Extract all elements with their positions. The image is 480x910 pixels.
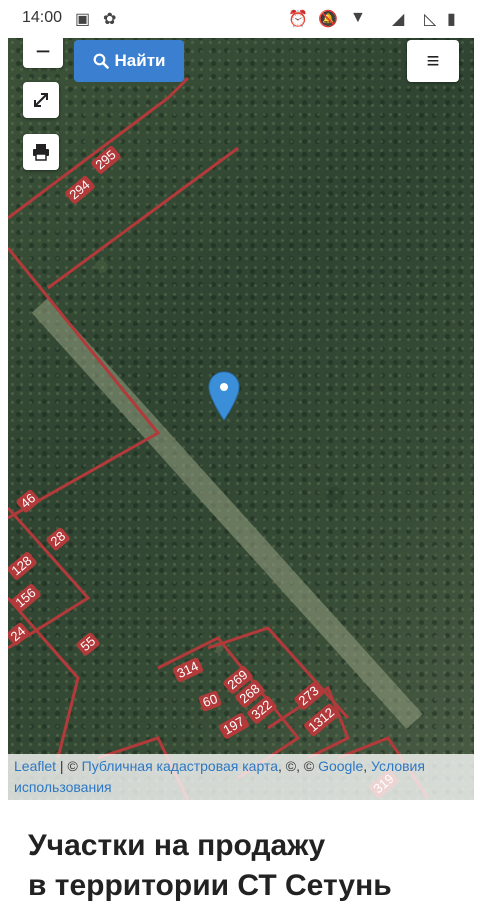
status-time: 14:00 [22,9,63,26]
minus-icon: − [35,38,51,66]
app-icon: ✿ [103,11,117,28]
menu-button[interactable]: ≡ [407,40,459,82]
battery-icon: ▮ [447,11,456,28]
page-title-line-2: в территории СТ Сетунь [28,869,392,902]
signal-empty-icon: ◺ [424,11,437,28]
zoom-out-button[interactable]: − [23,38,63,68]
attribution-middle: , ©, © [278,758,319,774]
location-pin-icon[interactable] [208,371,240,421]
image-icon: ▣ [75,11,91,28]
wifi-icon: ▼ [350,9,366,26]
printer-icon [33,144,49,161]
hamburger-icon: ≡ [426,48,440,73]
status-bar: 14:00 ▣ ✿ ⏰ 🔕 ▼ ◢ ◺ ▮ [0,0,480,36]
cadastral-map-link[interactable]: Публичная кадастровая карта [82,758,278,774]
search-button[interactable]: Найти [74,40,184,82]
search-button-label: Найти [114,51,166,70]
alarm-icon: ⏰ [288,11,308,28]
attribution-separator: | © [56,758,82,774]
map-attribution: Leaflet | © Публичная кадастровая карта,… [8,754,474,800]
fullscreen-button[interactable] [23,82,59,118]
print-button[interactable] [23,134,59,170]
map[interactable]: 295 294 46 28 128 156 55 314 269 60 268 … [8,38,474,800]
mute-icon: 🔕 [318,11,338,28]
google-link[interactable]: Google [318,758,363,774]
page-title: Участки на продажу в территории СТ Сетун… [28,826,468,906]
signal-icon: ◢ [392,11,405,28]
expand-icon [34,93,48,107]
page-title-line-1: Участки на продажу [28,829,326,862]
attribution-comma: , [363,758,372,774]
leaflet-link[interactable]: Leaflet [14,758,56,774]
search-icon [93,53,109,69]
